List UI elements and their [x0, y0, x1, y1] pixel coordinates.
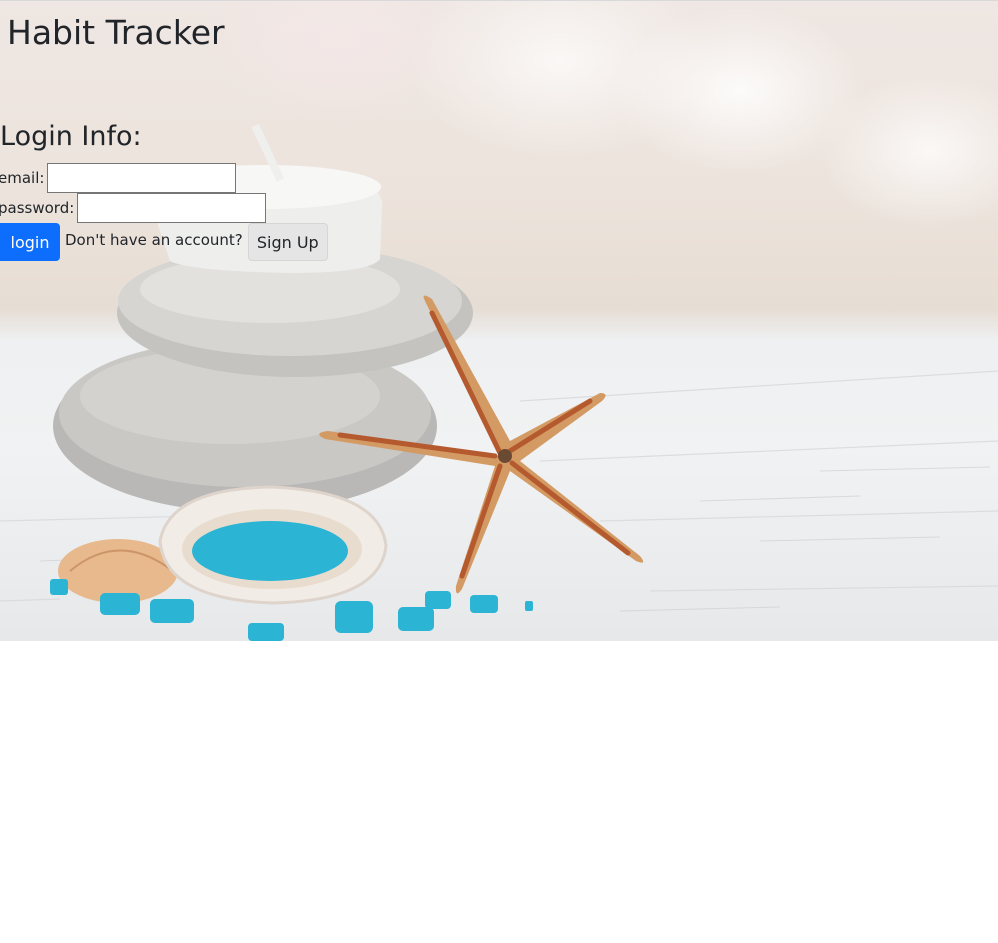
signup-prompt: Don't have an account? — [65, 231, 243, 249]
email-field[interactable] — [47, 163, 237, 193]
password-label: password: — [0, 199, 75, 217]
spa-scene-image — [0, 123, 998, 641]
password-field[interactable] — [77, 193, 267, 223]
email-row: email: — [0, 163, 237, 193]
login-button[interactable]: login — [0, 223, 60, 261]
login-heading: Login Info: — [0, 121, 142, 152]
login-actions: login Don't have an account? Sign Up — [0, 223, 328, 261]
hero-background — [0, 0, 998, 641]
password-row: password: — [0, 193, 267, 223]
sign-up-button[interactable]: Sign Up — [247, 223, 328, 261]
stone-stack-icon — [53, 246, 473, 512]
app-title: Habit Tracker — [7, 13, 225, 52]
email-label: email: — [0, 169, 45, 187]
